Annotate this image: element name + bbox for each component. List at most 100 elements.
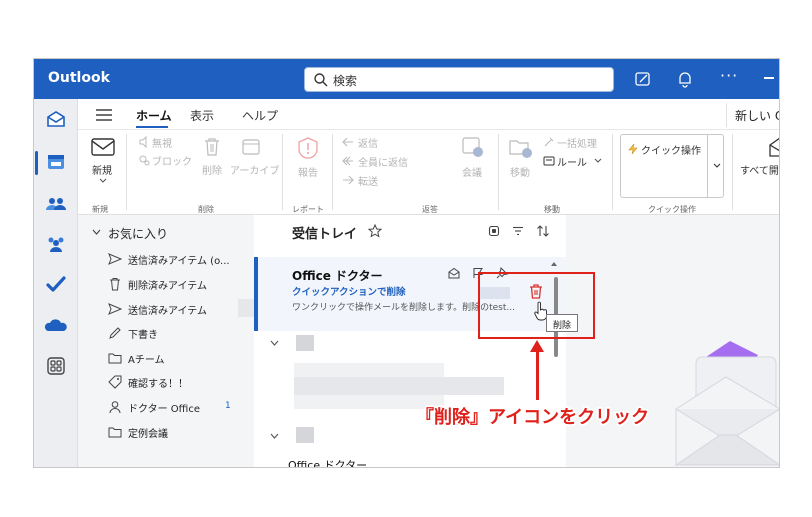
folder-icon	[108, 427, 122, 438]
envelope-illustration	[674, 341, 779, 466]
rules-button[interactable]: ルール	[557, 154, 587, 169]
compose-note-icon[interactable]	[634, 70, 652, 88]
ribbon-separator	[126, 134, 127, 210]
star-icon[interactable]	[368, 224, 382, 238]
message-sender-bottom[interactable]: Office ドクター	[288, 457, 367, 467]
more-apps-icon[interactable]	[43, 353, 69, 379]
forward-icon	[343, 175, 354, 185]
mark-read-icon[interactable]	[448, 267, 460, 279]
todo-check-icon[interactable]	[43, 271, 69, 297]
hamburger-menu-icon[interactable]	[96, 109, 112, 121]
group-label-report: レポート	[292, 205, 324, 214]
title-bar: Outlook 検索 ···	[34, 59, 779, 99]
folder-regular-meeting[interactable]: 定例会議	[128, 425, 168, 440]
ribbon-separator	[498, 134, 499, 210]
sort-icon[interactable]	[536, 224, 550, 238]
block-icon	[139, 155, 150, 166]
favorites-header[interactable]: お気に入り	[108, 225, 168, 242]
meeting-icon	[462, 137, 483, 157]
mark-all-read-button[interactable]: すべて開封済みに	[740, 162, 779, 177]
report-button[interactable]: 報告	[298, 164, 318, 179]
ribbon-separator	[612, 134, 613, 210]
group-label-move: 移動	[544, 205, 560, 214]
more-options-icon[interactable]: ···	[720, 66, 738, 85]
tab-home[interactable]: ホーム	[136, 107, 172, 124]
scroll-up-icon[interactable]	[550, 261, 558, 267]
ribbon-separator	[732, 134, 733, 210]
onedrive-icon[interactable]	[43, 313, 69, 339]
quick-steps-box[interactable]: クイック操作	[620, 134, 724, 198]
reply-icon	[342, 137, 353, 147]
quick-steps-divider	[707, 135, 708, 197]
active-tab-indicator	[136, 126, 168, 128]
inbox-title[interactable]: 受信トレイ	[292, 223, 357, 242]
move-button[interactable]: 移動	[510, 164, 530, 179]
ignore-button[interactable]: 無視	[152, 135, 172, 150]
folder-drafts[interactable]: 下書き	[128, 326, 158, 341]
send-icon	[108, 303, 122, 315]
ignore-icon	[139, 136, 147, 148]
new-mail-button[interactable]: 新規	[92, 162, 112, 177]
search-icon	[314, 73, 328, 87]
bell-icon[interactable]	[676, 70, 694, 88]
report-shield-icon	[298, 137, 318, 159]
mail-icon[interactable]	[43, 107, 69, 133]
folder-doctor-office[interactable]: ドクター Office	[128, 400, 200, 415]
reply-button[interactable]: 返信	[358, 135, 378, 150]
chevron-down-icon[interactable]	[713, 163, 721, 169]
search-placeholder: 検索	[333, 74, 358, 88]
chevron-down-icon[interactable]	[594, 158, 602, 164]
message-sender: Office ドクター	[292, 269, 383, 283]
rail-active-indicator	[35, 151, 38, 175]
new-mail-icon[interactable]	[90, 136, 116, 158]
group-label-quick: クイック操作	[648, 205, 696, 214]
ribbon-separator	[282, 134, 283, 210]
delete-ribbon-button[interactable]: 削除	[202, 162, 222, 177]
meeting-button[interactable]: 会議	[462, 164, 482, 179]
reply-all-button[interactable]: 全員に返信	[358, 154, 408, 169]
pencil-icon	[109, 327, 121, 339]
folder-sent-items[interactable]: 送信済みアイテム	[128, 302, 207, 317]
blurred-region	[296, 335, 314, 351]
unread-count: 1	[225, 401, 231, 411]
minimize-icon[interactable]	[764, 77, 774, 79]
sweep-button[interactable]: 一括処理	[557, 135, 597, 150]
select-icon[interactable]	[488, 225, 500, 237]
folder-deleted-items[interactable]: 削除済みアイテム	[128, 277, 207, 292]
forward-button[interactable]: 転送	[358, 173, 378, 188]
folder-icon	[108, 353, 122, 364]
filter-icon[interactable]	[512, 225, 524, 237]
reply-all-icon	[342, 156, 353, 166]
folder-pane: お気に入り 送信済みアイテム (o... 削除済みアイテム 送信済みアイテム 下…	[78, 215, 254, 467]
tag-icon	[108, 375, 122, 389]
send-icon	[108, 253, 122, 265]
chevron-down-icon[interactable]	[92, 229, 101, 236]
ribbon: 新規 新規 無視 ブロック 削除 アーカイブ 削除 報告 レポート 返信 全員に…	[78, 129, 779, 215]
tab-help[interactable]: ヘルプ	[242, 107, 278, 124]
move-folder-icon	[509, 140, 532, 158]
blurred-region	[238, 299, 254, 317]
groups-icon[interactable]	[43, 231, 69, 257]
message-list: 受信トレイ Office ドクター クイックアクションで削除 ワンクリックで操作…	[254, 215, 566, 467]
chevron-down-icon[interactable]	[270, 340, 279, 347]
quick-steps-label: クイック操作	[641, 146, 701, 157]
tab-view[interactable]: 表示	[190, 107, 214, 124]
calendar-icon[interactable]	[43, 149, 69, 175]
archive-icon	[242, 139, 260, 155]
chevron-down-icon[interactable]	[99, 178, 107, 184]
folder-check[interactable]: 確認する！！	[128, 375, 188, 390]
sweep-icon	[544, 137, 554, 147]
open-envelope-icon	[769, 137, 779, 157]
chevron-down-icon[interactable]	[270, 433, 279, 440]
folder-a-team[interactable]: Aチーム	[128, 351, 165, 366]
block-button[interactable]: ブロック	[152, 153, 192, 168]
search-box[interactable]: 検索	[304, 67, 614, 92]
lightning-icon	[628, 143, 638, 155]
group-label-respond: 返答	[422, 205, 438, 214]
folder-sent-items-o[interactable]: 送信済みアイテム (o...	[128, 252, 230, 267]
archive-button[interactable]: アーカイブ	[230, 162, 279, 177]
new-outlook-toggle[interactable]: 新しい Ou	[726, 103, 779, 127]
people-icon[interactable]	[43, 191, 69, 217]
delete-tooltip: 削除	[546, 314, 578, 332]
delete-ribbon-icon	[205, 138, 219, 156]
